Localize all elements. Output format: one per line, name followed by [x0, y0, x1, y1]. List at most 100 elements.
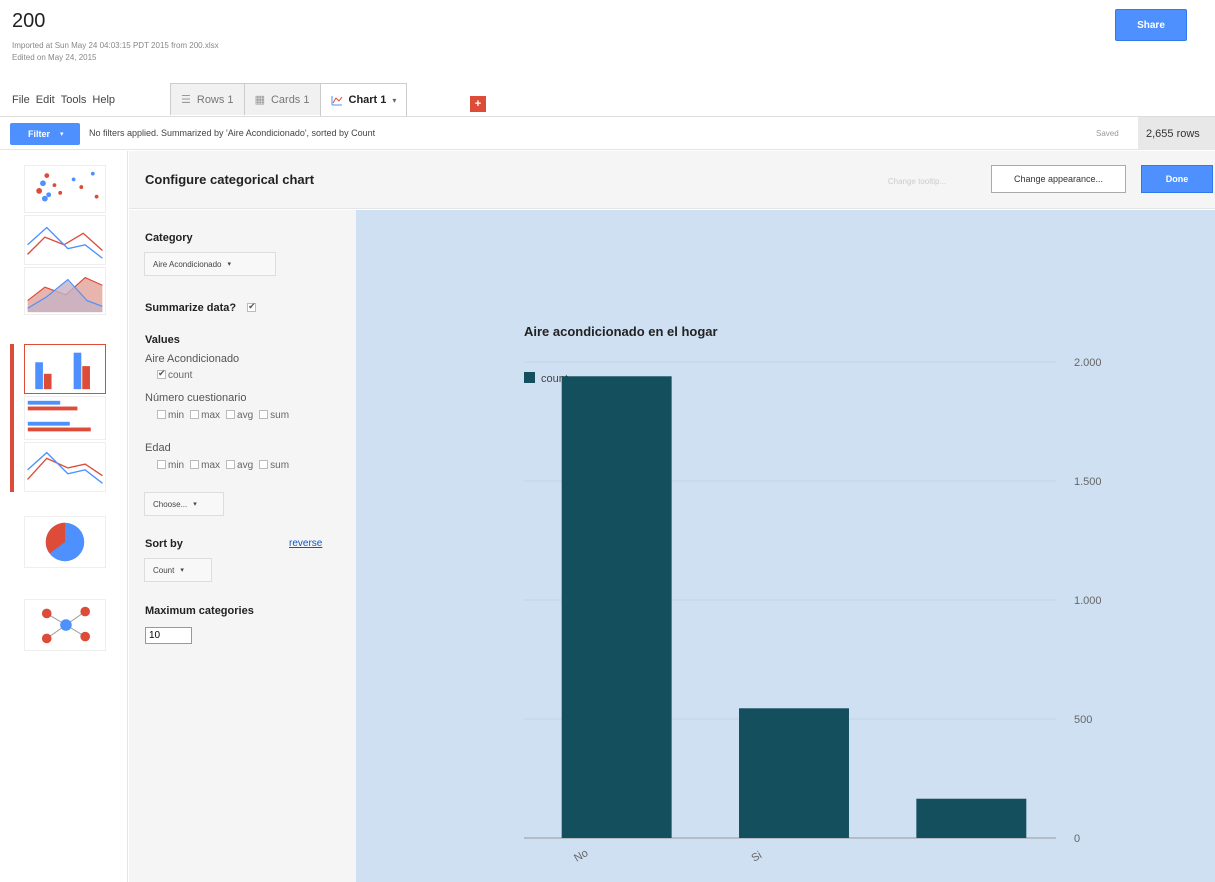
checkbox[interactable]	[157, 460, 166, 469]
value-options: count	[157, 368, 193, 381]
checkbox[interactable]	[259, 410, 269, 419]
chevron-down-icon: ▾	[60, 131, 64, 138]
count-checkbox[interactable]	[157, 368, 166, 379]
tab-label: Rows 1	[196, 93, 234, 106]
bar[interactable]	[561, 376, 672, 838]
filter-button[interactable]: Filter ▾	[10, 123, 80, 145]
max-categories-label: Maximum categories	[145, 605, 254, 617]
option-avg[interactable]: avg	[226, 410, 253, 421]
bar-chart: Aire acondicionado en el hogar count 050…	[524, 324, 1102, 865]
reverse-link[interactable]: reverse	[289, 538, 322, 549]
checkbox[interactable]	[190, 460, 200, 469]
choose-value-select[interactable]: Choose... ▾	[144, 492, 224, 516]
menu-tools[interactable]: Tools	[61, 94, 87, 106]
change-appearance-button[interactable]: Change appearance...	[991, 165, 1126, 193]
done-button[interactable]: Done	[1141, 165, 1213, 193]
config-header: Configure categorical chart Change toolt…	[129, 151, 1215, 209]
checkbox[interactable]	[226, 460, 236, 469]
summarize-text: Summarize data?	[145, 302, 237, 314]
max-categories-input[interactable]	[145, 627, 192, 644]
chart-preview: Aire acondicionado en el hogar count 0 50…	[356, 210, 1215, 882]
value-group-name: Aire Acondicionado	[145, 353, 240, 365]
chart-title: Aire acondicionado en el hogar	[524, 324, 718, 339]
tab-cards[interactable]: ▦ Cards 1	[243, 83, 321, 115]
tab-label: Chart 1	[348, 94, 387, 106]
option-avg[interactable]: avg	[226, 460, 253, 471]
menu-file[interactable]: File	[12, 94, 30, 106]
category-label: Category	[145, 232, 193, 244]
legend-swatch	[524, 372, 535, 383]
network-graph-thumbnail[interactable]	[24, 599, 106, 651]
option-label: min	[168, 410, 185, 421]
menu-edit[interactable]: Edit	[36, 94, 55, 106]
chevron-down-icon: ▾	[227, 261, 232, 268]
checkbox[interactable]	[157, 410, 166, 419]
column-chart-thumbnail[interactable]	[24, 344, 106, 394]
option-min[interactable]: min	[157, 460, 184, 471]
option-count[interactable]: count	[157, 368, 193, 381]
filter-label: Filter	[28, 129, 51, 139]
option-max[interactable]: max	[190, 410, 220, 421]
value-options: min max avg sum	[157, 410, 289, 421]
tab-rows[interactable]: ☰ Rows 1	[170, 83, 245, 115]
chevron-down-icon: ▾	[180, 567, 184, 574]
checkbox[interactable]	[226, 410, 236, 419]
y-tick-label: 1.500	[1074, 476, 1102, 488]
value-group-name: Edad	[145, 442, 171, 454]
option-max[interactable]: max	[190, 460, 220, 471]
tab-chart[interactable]: Chart 1 ▾	[319, 83, 408, 116]
category-select[interactable]: Aire Acondicionado ▾	[144, 252, 276, 276]
category-value: Aire Acondicionado	[153, 259, 222, 269]
area-chart-thumbnail[interactable]	[24, 267, 106, 315]
y-tick-label: 0	[1074, 833, 1080, 845]
option-sum[interactable]: sum	[259, 410, 289, 421]
sort-select[interactable]: Count ▾	[144, 558, 212, 582]
chevron-down-icon[interactable]: ▾	[392, 96, 396, 105]
cards-icon: ▦	[254, 94, 265, 106]
x-tick-label: No	[572, 847, 590, 864]
summarize-checkbox[interactable]	[247, 301, 257, 312]
rows-icon: ☰	[181, 94, 191, 106]
edit-info: Edited on May 24, 2015	[12, 53, 97, 62]
option-min[interactable]: min	[157, 410, 184, 421]
menu-help[interactable]: Help	[92, 94, 115, 106]
add-tab-button[interactable]: +	[470, 96, 486, 112]
summarize-label: Summarize data?	[145, 301, 258, 314]
sort-label: Sort by	[145, 538, 183, 550]
chevron-down-icon: ▾	[193, 501, 197, 508]
document-title[interactable]: 200	[12, 10, 45, 33]
option-label: avg	[237, 460, 254, 471]
x-tick-label: Si	[750, 849, 764, 864]
option-label: min	[168, 460, 185, 471]
option-label: sum	[270, 410, 290, 421]
option-sum[interactable]: sum	[259, 460, 289, 471]
tab-bar: ☰ Rows 1 ▦ Cards 1 Chart 1 ▾	[170, 83, 408, 116]
y-tick-label: 2.000	[1074, 357, 1102, 369]
share-button[interactable]: Share	[1115, 9, 1187, 41]
option-label: avg	[237, 410, 254, 421]
bar-chart-thumbnail[interactable]	[24, 396, 106, 440]
row-count: 2,655 rows	[1138, 117, 1215, 150]
pie-chart-thumbnail[interactable]	[24, 516, 106, 568]
change-tooltip-button: Change tooltip...	[887, 176, 947, 186]
line-chart-thumbnail-2[interactable]	[24, 442, 106, 492]
option-label: max	[201, 460, 221, 471]
chart-icon	[331, 95, 342, 105]
saved-status: Saved	[1096, 129, 1119, 138]
checkbox[interactable]	[259, 460, 269, 469]
checkbox[interactable]	[190, 410, 200, 419]
bar[interactable]	[916, 798, 1027, 838]
config-title: Configure categorical chart	[145, 172, 315, 187]
bar[interactable]	[739, 708, 849, 838]
value-options: min max avg sum	[157, 460, 289, 471]
scatter-chart-thumbnail[interactable]	[24, 165, 106, 213]
chart-type-rail	[0, 151, 128, 882]
tab-label: Cards 1	[270, 93, 310, 106]
option-label: max	[201, 410, 221, 421]
selected-group-marker	[10, 344, 14, 492]
option-label: count	[168, 370, 193, 381]
values-label: Values	[145, 334, 180, 346]
choose-label: Choose...	[153, 499, 188, 509]
document-info: Imported at Sun May 24 04:03:15 PDT 2015…	[12, 40, 219, 64]
line-chart-thumbnail[interactable]	[24, 215, 106, 265]
